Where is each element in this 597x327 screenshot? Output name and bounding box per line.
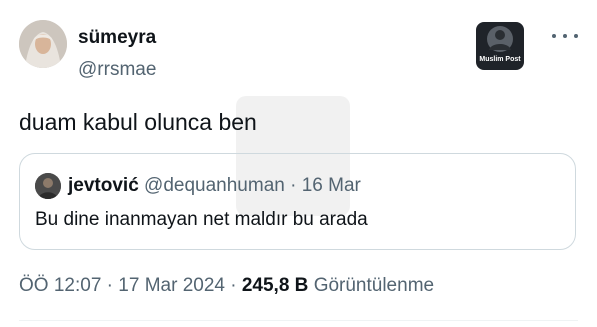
tweet-text: duam kabul olunca ben	[19, 109, 257, 135]
views-label: Görüntülenme	[313, 275, 435, 296]
quoted-author-name[interactable]: jevtović	[68, 175, 139, 196]
quoted-text: Bu dine inanmayan net maldır bu arada	[35, 209, 368, 230]
quoted-header: jevtović @dequanhuman · 16 Mar	[68, 174, 361, 198]
views-count: 245,8 B	[241, 275, 309, 296]
author-name[interactable]: sümeyra	[78, 26, 156, 50]
tweet-date[interactable]: 17 Mar 2024	[118, 275, 225, 296]
author-handle[interactable]: @rrsmae	[78, 58, 156, 82]
more-options-button[interactable]	[552, 28, 578, 44]
more-dots-icon	[552, 34, 556, 38]
quoted-separator: ·	[290, 175, 297, 196]
tweet-meta: ÖÖ 12:07 · 17 Mar 2024 · 245,8 B Görüntü…	[19, 274, 434, 298]
meta-separator-1: ·	[106, 275, 113, 296]
quoted-date[interactable]: 16 Mar	[302, 175, 361, 196]
author-avatar[interactable]	[19, 20, 67, 68]
quoted-avatar-photo	[35, 173, 61, 199]
meta-separator-2: ·	[230, 275, 237, 296]
quoted-tweet[interactable]: jevtović @dequanhuman · 16 Mar Bu dine i…	[19, 153, 576, 250]
badge-label: Muslim Post	[479, 56, 521, 63]
tweet-time[interactable]: ÖÖ 12:07	[19, 275, 101, 296]
muslim-post-badge[interactable]: Muslim Post	[476, 22, 524, 70]
more-dot-3	[574, 34, 578, 38]
divider	[19, 320, 578, 321]
more-dot-2	[563, 34, 567, 38]
avatar-photo	[19, 20, 67, 68]
quoted-author-handle[interactable]: @dequanhuman	[144, 175, 285, 196]
quoted-avatar[interactable]	[35, 173, 61, 199]
badge-portrait-icon	[487, 26, 513, 52]
